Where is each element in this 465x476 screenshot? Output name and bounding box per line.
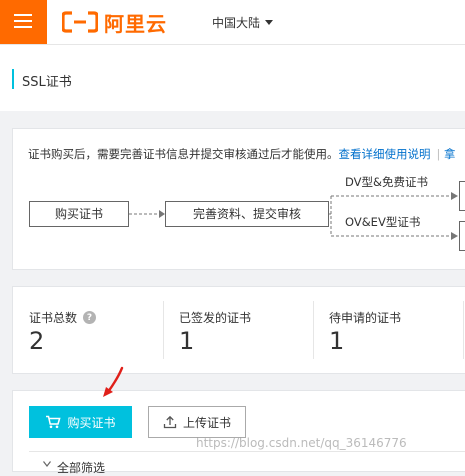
annotation-arrow-icon xyxy=(103,366,124,397)
stat-total-label: 证书总数 ? xyxy=(29,309,97,326)
aliyun-logo-mark-icon xyxy=(62,11,98,33)
flow-step-ov xyxy=(459,221,465,251)
title-accent-bar xyxy=(12,69,14,89)
buy-certificate-label: 购买证书 xyxy=(67,415,116,430)
stat-total-value: 2 xyxy=(29,327,45,355)
stat-issued-value: 1 xyxy=(179,327,195,355)
help-icon[interactable]: ? xyxy=(83,311,97,324)
actions-panel: 购买证书 上传证书 全部筛选 xyxy=(12,390,465,475)
watermark: https://blog.csdn.net/qq_36146776 xyxy=(196,436,407,450)
caret-down-icon xyxy=(265,20,274,25)
stat-total-label-text: 证书总数 xyxy=(29,311,78,325)
flow-step-submit: 完善资料、提交审核 xyxy=(165,201,329,227)
flow-branch-dv-label: DV型&免费证书 xyxy=(345,175,428,189)
divider xyxy=(313,301,314,359)
page-title: SSL证书 xyxy=(22,75,72,90)
flow-step-dv xyxy=(459,181,465,211)
flow-branch-ov-label: OV&EV型证书 xyxy=(345,215,421,229)
divider xyxy=(163,301,164,359)
hamburger-icon xyxy=(14,14,32,28)
flow-step-buy: 购买证书 xyxy=(29,201,129,227)
stat-issued-label: 已签发的证书 xyxy=(179,311,252,325)
region-selector[interactable]: 中国大陆 xyxy=(212,14,274,31)
divider xyxy=(463,301,464,359)
upload-certificate-label: 上传证书 xyxy=(182,415,231,430)
upload-certificate-button[interactable]: 上传证书 xyxy=(148,406,246,438)
stats-panel: 证书总数 ? 2 已签发的证书 1 待申请的证书 1 xyxy=(12,286,465,374)
stat-pending-label: 待申请的证书 xyxy=(329,311,402,325)
logo-text: 阿里云 xyxy=(104,11,167,36)
region-label: 中国大陆 xyxy=(212,16,261,30)
aliyun-logo[interactable]: 阿里云 xyxy=(62,9,167,36)
chevron-down-icon[interactable] xyxy=(43,461,51,467)
filter-divider xyxy=(29,451,465,452)
filter-label[interactable]: 全部筛选 xyxy=(57,459,105,476)
page-header: SSL证书 xyxy=(0,45,465,111)
upload-icon xyxy=(163,415,177,429)
guide-panel: 证书购买后，需要完善证书信息并提交审核通过后才能使用。查看详细使用说明 | 拿 购… xyxy=(12,128,465,270)
cart-icon xyxy=(46,415,62,429)
menu-button[interactable] xyxy=(0,0,47,44)
buy-certificate-button[interactable]: 购买证书 xyxy=(29,406,132,438)
flow-connectors xyxy=(129,192,458,240)
stat-pending-value: 1 xyxy=(329,327,345,355)
top-navigation-bar: 阿里云 中国大陆 xyxy=(0,0,465,45)
